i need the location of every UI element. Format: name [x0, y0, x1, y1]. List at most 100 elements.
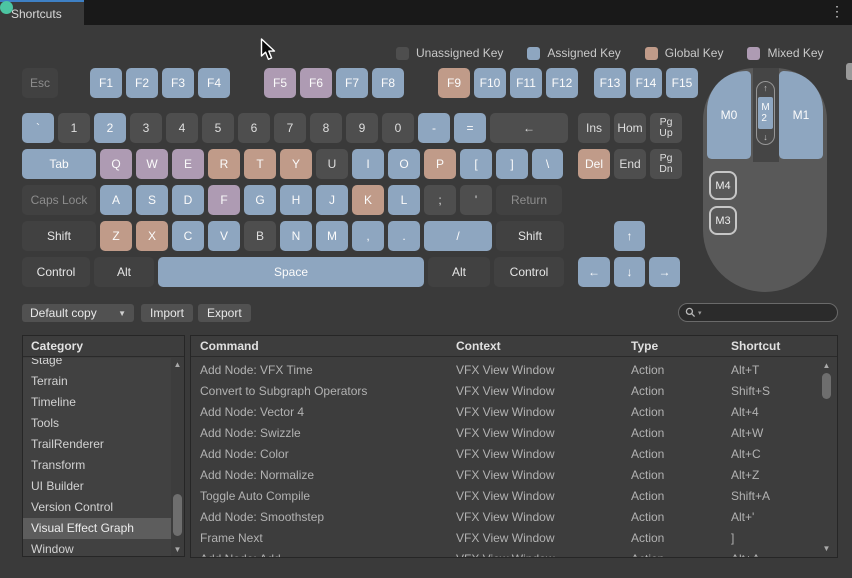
mouse-button-m4[interactable]: M4: [709, 171, 737, 200]
key-Control[interactable]: Control: [494, 257, 564, 287]
key-P[interactable]: P: [424, 149, 456, 179]
key-F3[interactable]: F3: [162, 68, 194, 98]
key-O[interactable]: O: [388, 149, 420, 179]
key-4[interactable]: 4: [166, 113, 198, 143]
table-scrollbar-thumb[interactable]: [822, 373, 831, 399]
key-Shift[interactable]: Shift: [496, 221, 564, 251]
key-F12[interactable]: F12: [546, 68, 578, 98]
column-type[interactable]: Type: [631, 336, 658, 357]
key-8[interactable]: 8: [310, 113, 342, 143]
key-M[interactable]: M: [316, 221, 348, 251]
key-F[interactable]: F: [208, 185, 240, 215]
column-command[interactable]: Command: [200, 336, 259, 357]
key-A[interactable]: A: [100, 185, 132, 215]
table-row[interactable]: Add Node: VFX TimeVFX View WindowActionA…: [191, 360, 837, 381]
key-Shift[interactable]: Shift: [22, 221, 96, 251]
key-0[interactable]: 0: [382, 113, 414, 143]
mouse-button-m2[interactable]: M 2: [758, 97, 773, 129]
category-item-terrain[interactable]: Terrain: [23, 371, 184, 392]
key-G[interactable]: G: [244, 185, 276, 215]
key-Hom[interactable]: Hom: [614, 113, 646, 143]
key-Tab[interactable]: Tab: [22, 149, 96, 179]
category-item-version-control[interactable]: Version Control: [23, 497, 184, 518]
key-↑[interactable]: ↑: [614, 221, 645, 251]
key-Space[interactable]: Space: [158, 257, 424, 287]
key-W[interactable]: W: [136, 149, 168, 179]
table-row[interactable]: Add Node: AddVFX View WindowActionAlt+A: [191, 549, 837, 557]
mouse-wheel[interactable]: ↑ M 2 ↓: [756, 81, 775, 145]
key-X[interactable]: X: [136, 221, 168, 251]
scroll-down-icon[interactable]: ▼: [171, 543, 184, 556]
table-row[interactable]: Convert to Subgraph OperatorsVFX View Wi…: [191, 381, 837, 402]
key-Alt[interactable]: Alt: [428, 257, 490, 287]
table-row[interactable]: Add Node: SwizzleVFX View WindowActionAl…: [191, 423, 837, 444]
scroll-up-icon[interactable]: ▲: [820, 359, 833, 372]
key-B[interactable]: B: [244, 221, 276, 251]
key-Z[interactable]: Z: [100, 221, 132, 251]
category-item-ui-builder[interactable]: UI Builder: [23, 476, 184, 497]
key-J[interactable]: J: [316, 185, 348, 215]
table-row[interactable]: Toggle Auto CompileVFX View WindowAction…: [191, 486, 837, 507]
key-2[interactable]: 2: [94, 113, 126, 143]
key-←[interactable]: ←: [578, 257, 610, 287]
key-K[interactable]: K: [352, 185, 384, 215]
key-C[interactable]: C: [172, 221, 204, 251]
table-row[interactable]: Add Node: SmoothstepVFX View WindowActio…: [191, 507, 837, 528]
key-Esc[interactable]: Esc: [22, 68, 58, 98]
key-Control[interactable]: Control: [22, 257, 90, 287]
key-Caps-Lock[interactable]: Caps Lock: [22, 185, 96, 215]
key-7[interactable]: 7: [274, 113, 306, 143]
key-5[interactable]: 5: [202, 113, 234, 143]
scroll-up-icon[interactable]: ▲: [171, 358, 184, 371]
table-row[interactable]: Add Node: Vector 4VFX View WindowActionA…: [191, 402, 837, 423]
key-Return[interactable]: Return: [496, 185, 562, 215]
category-item-timeline[interactable]: Timeline: [23, 392, 184, 413]
mouse-button-m0[interactable]: M0: [707, 71, 751, 159]
table-row[interactable]: Add Node: ColorVFX View WindowActionAlt+…: [191, 444, 837, 465]
table-scrollbar[interactable]: ▲ ▼: [820, 359, 833, 555]
key-F15[interactable]: F15: [666, 68, 698, 98]
key-T[interactable]: T: [244, 149, 276, 179]
key-F8[interactable]: F8: [372, 68, 404, 98]
key-V[interactable]: V: [208, 221, 240, 251]
category-item-stage[interactable]: Stage: [23, 358, 184, 371]
key-D[interactable]: D: [172, 185, 204, 215]
key-→[interactable]: →: [649, 257, 680, 287]
key--[interactable]: -: [418, 113, 450, 143]
category-item-window[interactable]: Window: [23, 539, 184, 556]
key-F5[interactable]: F5: [264, 68, 296, 98]
table-row[interactable]: Frame NextVFX View WindowAction]: [191, 528, 837, 549]
search-field[interactable]: ▾: [678, 303, 838, 322]
key-End[interactable]: End: [614, 149, 646, 179]
key-`[interactable]: `: [22, 113, 54, 143]
key-S[interactable]: S: [136, 185, 168, 215]
key-Alt[interactable]: Alt: [94, 257, 154, 287]
scroll-down-icon[interactable]: ▼: [820, 542, 833, 555]
table-row[interactable]: Add Node: NormalizeVFX View WindowAction…: [191, 465, 837, 486]
mouse-button-m1[interactable]: M1: [779, 71, 823, 159]
key-I[interactable]: I: [352, 149, 384, 179]
key-←[interactable]: ←: [490, 113, 568, 143]
key-1[interactable]: 1: [58, 113, 90, 143]
column-shortcut[interactable]: Shortcut: [731, 336, 780, 357]
key-\[interactable]: \: [532, 149, 563, 179]
key-9[interactable]: 9: [346, 113, 378, 143]
key-F2[interactable]: F2: [126, 68, 158, 98]
key-N[interactable]: N: [280, 221, 312, 251]
key-F10[interactable]: F10: [474, 68, 506, 98]
profile-dropdown[interactable]: Default copy ▼: [22, 304, 134, 322]
category-item-trailrenderer[interactable]: TrailRenderer: [23, 434, 184, 455]
category-item-visual-effect-graph[interactable]: Visual Effect Graph: [23, 518, 171, 539]
key-H[interactable]: H: [280, 185, 312, 215]
key-F1[interactable]: F1: [90, 68, 122, 98]
key-↓[interactable]: ↓: [614, 257, 645, 287]
key-Del[interactable]: Del: [578, 149, 610, 179]
category-item-tools[interactable]: Tools: [23, 413, 184, 434]
key-F13[interactable]: F13: [594, 68, 626, 98]
category-scrollbar-thumb[interactable]: [173, 494, 182, 536]
key-L[interactable]: L: [388, 185, 420, 215]
key-.[interactable]: .: [388, 221, 420, 251]
key-F11[interactable]: F11: [510, 68, 542, 98]
kebab-menu-icon[interactable]: ⋮: [830, 3, 844, 20]
key-Ins[interactable]: Ins: [578, 113, 610, 143]
